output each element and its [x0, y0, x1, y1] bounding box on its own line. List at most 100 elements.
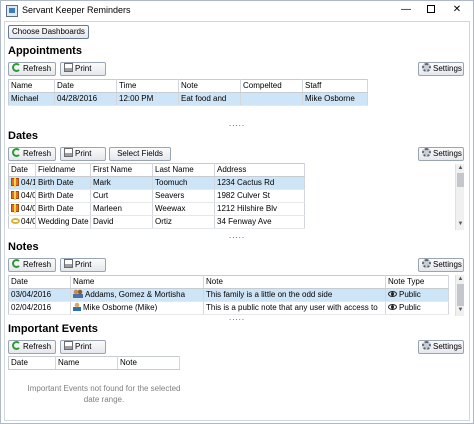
- cell-fieldname: Birth Date: [35, 189, 91, 203]
- date-value: 04/10: [21, 178, 35, 187]
- column-header[interactable]: Time: [116, 79, 179, 93]
- name-value: Mike Osborne (Mike): [83, 303, 158, 312]
- notes-title: Notes: [8, 241, 39, 253]
- column-header[interactable]: Note Type: [385, 275, 449, 289]
- refresh-icon: [12, 63, 21, 72]
- scroll-thumb[interactable]: [457, 173, 464, 187]
- appointments-print-button[interactable]: Print: [60, 62, 106, 76]
- table-row[interactable]: 04/04 Birth Date Marleen Weewax 1212 Hil…: [8, 202, 305, 216]
- column-header[interactable]: Name: [8, 79, 55, 93]
- events-settings-button[interactable]: Settings: [418, 340, 464, 354]
- cell-note-type: Public: [385, 301, 449, 315]
- maximize-button[interactable]: [421, 3, 441, 17]
- notes-refresh-button[interactable]: Refresh: [8, 258, 56, 272]
- gift-icon: [11, 204, 19, 213]
- app-icon: [6, 5, 18, 17]
- gear-icon: [422, 63, 431, 72]
- table-row[interactable]: 04/02 Birth Date Curt Seavers 1982 Culve…: [8, 189, 305, 203]
- table-row[interactable]: 03/04/2016 Addams, Gomez & Mortisha This…: [8, 288, 449, 302]
- notes-settings-button[interactable]: Settings: [418, 258, 464, 272]
- cell-date: 04/10: [8, 176, 36, 190]
- events-refresh-button[interactable]: Refresh: [8, 340, 56, 354]
- column-header[interactable]: Name: [70, 275, 204, 289]
- table-row[interactable]: 04/04 Wedding Date David Ortiz 34 Fenway…: [8, 215, 305, 229]
- resize-grip[interactable]: .....: [229, 119, 245, 128]
- cell-first-name: Marleen: [90, 202, 153, 216]
- select-fields-button[interactable]: Select Fields: [109, 147, 171, 161]
- print-icon: [64, 259, 73, 268]
- column-header[interactable]: Date: [8, 163, 36, 177]
- cell-time: 12:00 PM: [116, 92, 179, 106]
- column-header[interactable]: Note: [117, 356, 180, 370]
- column-header[interactable]: Fieldname: [35, 163, 91, 177]
- table-row[interactable]: 04/10 Birth Date Mark Toomuch 1234 Cactu…: [8, 176, 305, 190]
- refresh-label: Refresh: [23, 342, 52, 351]
- scroll-thumb[interactable]: [457, 284, 464, 306]
- date-value: 04/04: [21, 217, 35, 226]
- settings-label: Settings: [433, 342, 462, 351]
- column-header[interactable]: Date: [8, 275, 71, 289]
- cell-note-type: Public: [385, 288, 449, 302]
- title-bar: Servant Keeper Reminders — ✕: [1, 1, 473, 21]
- cell-name: Michael: [8, 92, 55, 106]
- cell-last-name: Ortiz: [152, 215, 215, 229]
- resize-grip[interactable]: .....: [229, 231, 245, 240]
- column-header[interactable]: Note: [178, 79, 241, 93]
- dates-header-row: Date Fieldname First Name Last Name Addr…: [8, 163, 305, 177]
- column-header[interactable]: Date: [8, 356, 56, 370]
- settings-label: Settings: [433, 260, 462, 269]
- column-header[interactable]: Last Name: [152, 163, 215, 177]
- eye-icon: [388, 291, 397, 297]
- dates-settings-button[interactable]: Settings: [418, 147, 464, 161]
- dates-scrollbar[interactable]: ▲ ▼: [455, 164, 464, 230]
- cell-name: Mike Osborne (Mike): [70, 301, 204, 315]
- cell-fieldname: Birth Date: [35, 176, 91, 190]
- scroll-up-icon[interactable]: ▲: [457, 165, 464, 172]
- column-header[interactable]: Note: [203, 275, 386, 289]
- dates-refresh-button[interactable]: Refresh: [8, 147, 56, 161]
- cell-address: 1982 Culver St: [214, 189, 305, 203]
- column-header[interactable]: First Name: [90, 163, 153, 177]
- gear-icon: [422, 148, 431, 157]
- scroll-down-icon[interactable]: ▼: [457, 307, 464, 314]
- date-value: 04/02: [21, 191, 35, 200]
- choose-dashboards-button[interactable]: Choose Dashboards: [8, 25, 89, 39]
- cell-date: 04/04: [8, 202, 36, 216]
- column-header[interactable]: Address: [214, 163, 305, 177]
- events-print-button[interactable]: Print: [60, 340, 106, 354]
- date-value: 04/04: [21, 204, 35, 213]
- scroll-down-icon[interactable]: ▼: [457, 221, 464, 228]
- close-button[interactable]: ✕: [447, 3, 467, 17]
- gear-icon: [422, 259, 431, 268]
- eye-icon: [388, 304, 397, 310]
- cell-last-name: Weewax: [152, 202, 215, 216]
- column-header[interactable]: Compelted: [240, 79, 303, 93]
- cell-date: 04/02: [8, 189, 36, 203]
- note-type-value: Public: [399, 303, 421, 312]
- table-row[interactable]: Michael 04/28/2016 12:00 PM Eat food and…: [8, 92, 368, 106]
- minimize-button[interactable]: —: [396, 3, 416, 17]
- appointments-title: Appointments: [8, 45, 82, 57]
- dates-print-button[interactable]: Print: [60, 147, 106, 161]
- events-title: Important Events: [8, 323, 98, 335]
- appointments-header-row: Name Date Time Note Compelted Staff: [8, 79, 368, 93]
- appointments-refresh-button[interactable]: Refresh: [8, 62, 56, 76]
- person-icon: [73, 302, 81, 311]
- print-label: Print: [75, 64, 92, 73]
- print-label: Print: [75, 149, 92, 158]
- cell-first-name: David: [90, 215, 153, 229]
- appointments-settings-button[interactable]: Settings: [418, 62, 464, 76]
- notes-print-button[interactable]: Print: [60, 258, 106, 272]
- column-header[interactable]: Name: [55, 356, 118, 370]
- gift-icon: [11, 178, 19, 187]
- resize-grip[interactable]: .....: [229, 313, 245, 322]
- scroll-up-icon[interactable]: ▲: [457, 276, 464, 283]
- cell-address: 1212 Hilshire Blv: [214, 202, 305, 216]
- notes-scrollbar[interactable]: ▲ ▼: [455, 275, 464, 316]
- column-header[interactable]: Staff: [302, 79, 368, 93]
- refresh-label: Refresh: [23, 64, 52, 73]
- column-header[interactable]: Date: [54, 79, 117, 93]
- settings-label: Settings: [433, 64, 462, 73]
- cell-address: 1234 Cactus Rd: [214, 176, 305, 190]
- cell-last-name: Seavers: [152, 189, 215, 203]
